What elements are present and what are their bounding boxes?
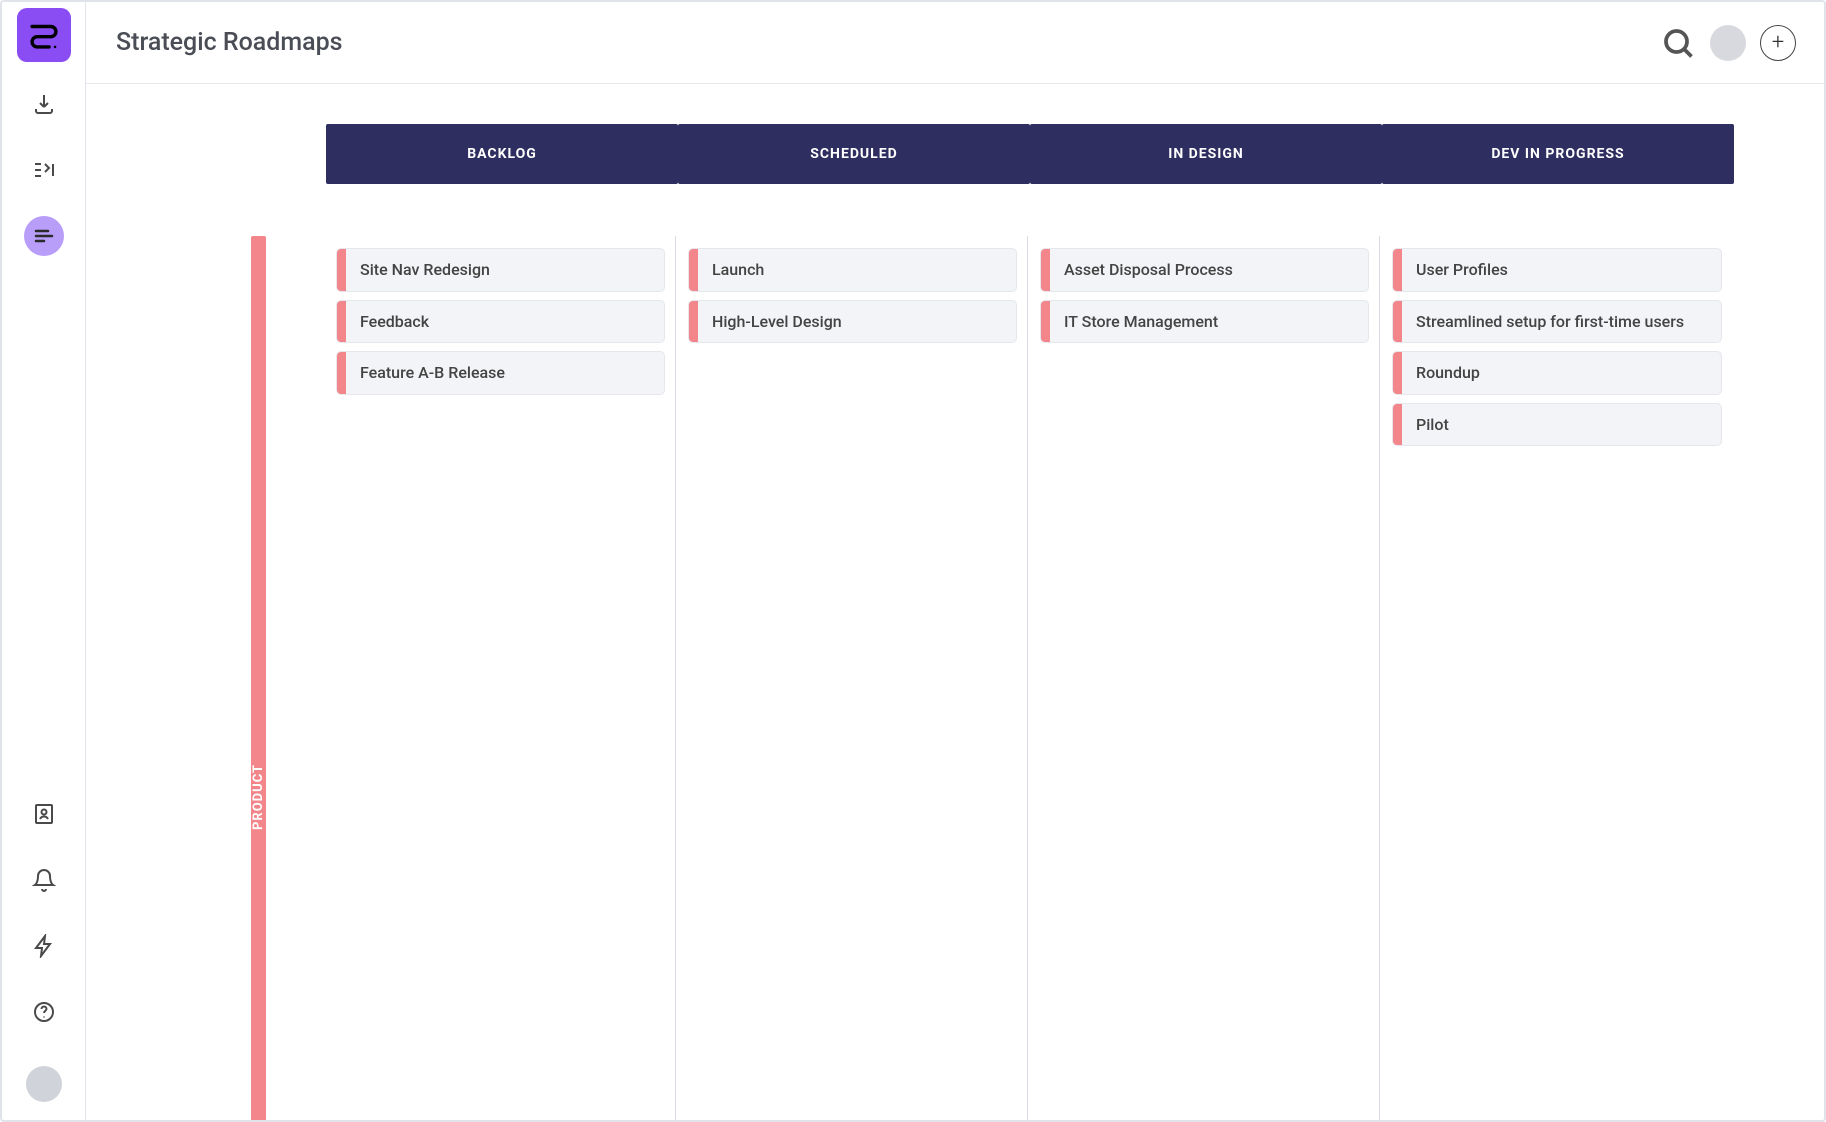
cell-product-dev-in-progress[interactable]: User Profiles Streamlined setup for firs… [1382,236,1732,1120]
column-headers: BACKLOG SCHEDULED IN DESIGN DEV IN PROGR… [251,124,1734,210]
cell-product-backlog[interactable]: Site Nav Redesign Feedback Feature A-B R… [326,236,676,1120]
column-header-dev-in-progress[interactable]: DEV IN PROGRESS [1382,124,1734,184]
card-stripe [337,301,346,343]
swimlane-label-product-wrap: PRODUCT [251,236,326,1120]
card-text: Streamlined setup for first-time users [1402,301,1698,343]
card-text: Feature A-B Release [346,352,519,394]
column-header-in-design[interactable]: IN DESIGN [1030,124,1382,184]
list-arrow-icon[interactable] [24,150,64,190]
import-icon[interactable] [24,84,64,124]
card-stripe [689,249,698,291]
board-scroll[interactable]: BACKLOG SCHEDULED IN DESIGN DEV IN PROGR… [86,84,1824,1120]
header: Strategic Roadmaps + [86,2,1824,84]
card-text: Launch [698,249,778,291]
sidebar-top-group [24,84,64,256]
card-stripe [1393,249,1402,291]
card-text: IT Store Management [1050,301,1232,343]
bolt-icon[interactable] [24,926,64,966]
card[interactable]: High-Level Design [688,300,1017,344]
header-actions: + [1660,25,1796,61]
app-root: Strategic Roadmaps + BACKLOG SCHEDULED I… [0,0,1826,1122]
add-button[interactable]: + [1760,25,1796,61]
card-text: User Profiles [1402,249,1522,291]
sidebar [2,2,86,1120]
card-stripe [337,249,346,291]
main-area: Strategic Roadmaps + BACKLOG SCHEDULED I… [86,2,1824,1120]
board-grid: BACKLOG SCHEDULED IN DESIGN DEV IN PROGR… [251,124,1734,1120]
card-stripe [1393,404,1402,446]
page-title: Strategic Roadmaps [116,28,343,57]
card[interactable]: Streamlined setup for first-time users [1392,300,1722,344]
contacts-icon[interactable] [24,794,64,834]
card[interactable]: IT Store Management [1040,300,1369,344]
card[interactable]: User Profiles [1392,248,1722,292]
card-text: Asset Disposal Process [1050,249,1247,291]
card-stripe [1393,301,1402,343]
column-header-backlog[interactable]: BACKLOG [326,124,678,184]
card[interactable]: Roundup [1392,351,1722,395]
card[interactable]: Asset Disposal Process [1040,248,1369,292]
header-spacer [251,124,326,210]
cell-product-in-design[interactable]: Asset Disposal Process IT Store Manageme… [1030,236,1380,1120]
card[interactable]: Feedback [336,300,665,344]
swimlane-label-product[interactable]: PRODUCT [251,236,266,1120]
card[interactable]: Site Nav Redesign [336,248,665,292]
card[interactable]: Pilot [1392,403,1722,447]
card-text: Feedback [346,301,443,343]
search-icon[interactable] [1660,25,1696,61]
logo-icon [27,18,61,52]
app-logo[interactable] [17,8,71,62]
sidebar-avatar[interactable] [26,1066,62,1102]
column-header-scheduled[interactable]: SCHEDULED [678,124,1030,184]
card-text: Site Nav Redesign [346,249,504,291]
card[interactable]: Feature A-B Release [336,351,665,395]
card[interactable]: Launch [688,248,1017,292]
help-icon[interactable] [24,992,64,1032]
swimlane-product: PRODUCT Site Nav Redesign Feedback Featu… [251,236,1734,1120]
header-avatar[interactable] [1710,25,1746,61]
cell-product-scheduled[interactable]: Launch High-Level Design [678,236,1028,1120]
card-stripe [337,352,346,394]
card-stripe [1393,352,1402,394]
card-stripe [689,301,698,343]
card-stripe [1041,249,1050,291]
card-stripe [1041,301,1050,343]
card-text: Roundup [1402,352,1494,394]
card-text: Pilot [1402,404,1463,446]
board: BACKLOG SCHEDULED IN DESIGN DEV IN PROGR… [86,124,1824,1120]
sidebar-bottom-group [24,794,64,1102]
notifications-icon[interactable] [24,860,64,900]
card-text: High-Level Design [698,301,856,343]
roadmap-view-icon[interactable] [24,216,64,256]
